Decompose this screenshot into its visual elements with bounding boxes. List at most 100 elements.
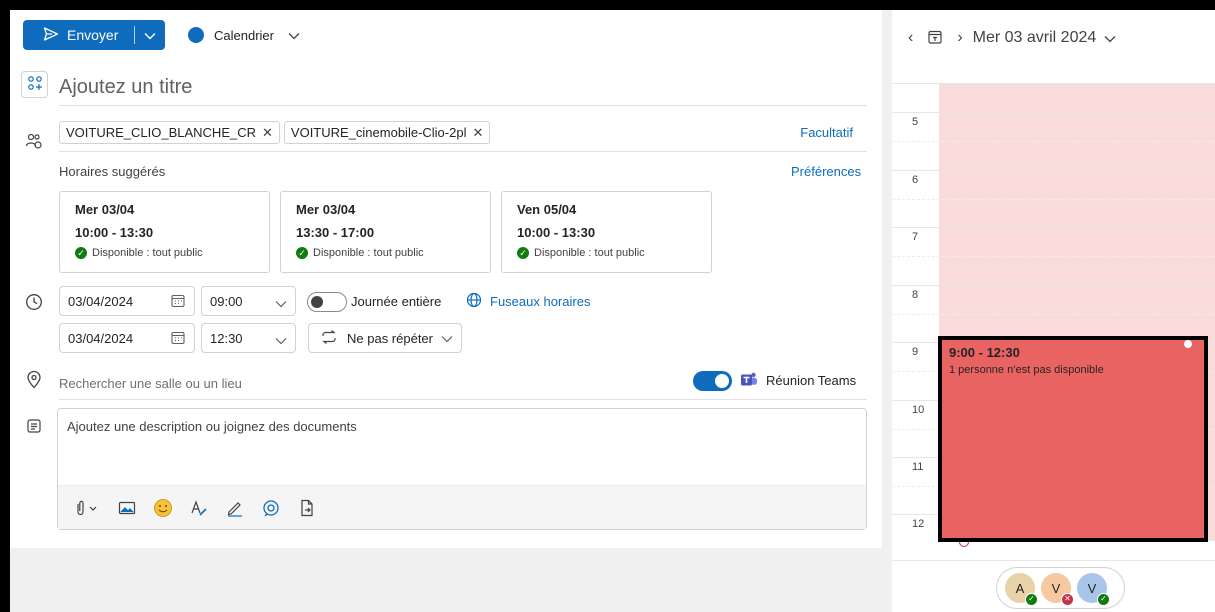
availability-label: Disponible : tout public xyxy=(534,247,645,259)
available-check-icon: ✓ xyxy=(75,247,87,259)
clock-icon xyxy=(24,292,44,312)
attendee-chip[interactable]: VOITURE_cinemobile-Clio-2pl ✕ xyxy=(283,121,491,144)
send-icon xyxy=(43,26,59,45)
toggle-knob xyxy=(715,374,729,388)
repeat-label: Ne pas répéter xyxy=(347,330,433,346)
available-check-icon: ✓ xyxy=(296,247,308,259)
avatar[interactable]: A ✓ xyxy=(1005,573,1038,606)
avatar[interactable]: V ✓ xyxy=(1077,573,1110,606)
hour-divider xyxy=(892,227,1215,228)
unavailable-status-icon: ✕ xyxy=(1061,593,1074,606)
available-status-icon: ✓ xyxy=(1097,593,1110,606)
all-day-toggle[interactable] xyxy=(307,292,347,312)
calendar-picker-icon[interactable] xyxy=(170,293,186,312)
calendar-header: ‹ › Mer 03 avril 2024 xyxy=(892,10,1215,66)
suggested-time-card[interactable]: Mer 03/04 13:30 - 17:00 ✓ Disponible : t… xyxy=(280,191,491,273)
timezones-link[interactable]: Fuseaux horaires xyxy=(466,292,590,311)
suggested-date: Mer 03/04 xyxy=(296,202,356,217)
attendee-availability-bar: A ✓ V ✕ V ✓ xyxy=(892,560,1215,612)
text-format-icon[interactable] xyxy=(188,497,210,519)
teams-meeting-toggle[interactable] xyxy=(693,371,732,391)
start-date-field[interactable]: 03/04/2024 xyxy=(59,286,195,316)
categorize-icon xyxy=(27,75,43,94)
optional-attendees-link[interactable]: Facultatif xyxy=(800,125,853,140)
signature-icon[interactable] xyxy=(224,497,246,519)
send-options-dropdown[interactable] xyxy=(135,20,165,50)
title-input[interactable]: Ajoutez un titre xyxy=(59,70,867,106)
hour-label: 12 xyxy=(912,518,925,530)
repeat-icon xyxy=(321,329,337,347)
hour-label: 6 xyxy=(912,174,919,186)
teams-icon xyxy=(740,371,758,389)
suggested-time: 10:00 - 13:30 xyxy=(517,225,596,240)
suggested-time: 13:30 - 17:00 xyxy=(296,225,375,240)
avatar-initial: A xyxy=(1015,580,1025,596)
toggle-knob xyxy=(311,296,323,308)
end-date-value: 03/04/2024 xyxy=(68,330,134,346)
avatar[interactable]: V ✕ xyxy=(1041,573,1074,606)
half-hour-divider xyxy=(892,256,1215,257)
send-button[interactable]: Envoyer xyxy=(23,20,165,50)
send-label: Envoyer xyxy=(67,27,119,43)
attendee-avatars[interactable]: A ✓ V ✕ V ✓ xyxy=(996,567,1125,609)
hour-label: 8 xyxy=(912,289,919,301)
hour-label: 5 xyxy=(912,116,919,128)
chevron-down-icon[interactable] xyxy=(1104,31,1116,46)
insert-file-icon[interactable] xyxy=(296,497,318,519)
remove-attendee-icon[interactable]: ✕ xyxy=(472,125,483,141)
available-status-icon: ✓ xyxy=(1025,593,1038,606)
availability-status: ✓ Disponible : tout public xyxy=(296,247,490,259)
attendees-icon xyxy=(24,131,44,151)
send-button-main[interactable]: Envoyer xyxy=(23,20,134,50)
suggested-times-heading: Horaires suggérés xyxy=(59,164,166,179)
suggested-date: Mer 03/04 xyxy=(75,202,135,217)
calendar-picker-icon[interactable] xyxy=(170,330,186,349)
attendees-field[interactable]: VOITURE_CLIO_BLANCHE_CR ✕ VOITURE_cinemo… xyxy=(59,114,867,152)
globe-icon xyxy=(466,292,482,311)
attendee-name: VOITURE_CLIO_BLANCHE_CR xyxy=(66,125,256,140)
chevron-right-icon[interactable]: › xyxy=(957,29,962,47)
description-icon xyxy=(24,416,44,436)
hour-label: 7 xyxy=(912,231,919,243)
chevron-left-icon[interactable]: ‹ xyxy=(908,29,913,47)
available-check-icon: ✓ xyxy=(517,247,529,259)
day-grid: 5 6 7 8 9 10 11 12 9:00 - 12:30 1 person… xyxy=(892,66,1215,560)
preferences-link[interactable]: Préférences xyxy=(791,164,861,179)
attendee-chip[interactable]: VOITURE_CLIO_BLANCHE_CR ✕ xyxy=(59,121,280,144)
new-event-block[interactable]: 9:00 - 12:30 1 personne n’est pas dispon… xyxy=(938,336,1208,542)
calendar-date-label[interactable]: Mer 03 avril 2024 xyxy=(973,29,1097,47)
categorize-button[interactable] xyxy=(21,71,48,98)
remove-attendee-icon[interactable]: ✕ xyxy=(262,125,273,141)
go-to-today-icon[interactable] xyxy=(927,29,943,48)
emoji-icon[interactable] xyxy=(152,497,174,519)
event-resize-handle[interactable] xyxy=(1184,340,1192,348)
suggested-time-card[interactable]: Mer 03/04 10:00 - 13:30 ✓ Disponible : t… xyxy=(59,191,270,273)
availability-label: Disponible : tout public xyxy=(313,247,424,259)
start-date-value: 03/04/2024 xyxy=(68,293,134,309)
end-time-field[interactable]: 12:30 xyxy=(201,323,296,353)
calendar-color-dot xyxy=(188,27,204,43)
calendar-selector-label: Calendrier xyxy=(214,27,274,43)
hour-label: 11 xyxy=(912,461,924,473)
start-time-field[interactable]: 09:00 xyxy=(201,286,296,316)
chevron-down-icon xyxy=(144,28,156,43)
hour-label: 10 xyxy=(912,404,925,416)
repeat-dropdown[interactable]: Ne pas répéter xyxy=(308,323,462,353)
loop-component-icon[interactable] xyxy=(260,497,282,519)
calendar-selector[interactable]: Calendrier xyxy=(188,24,300,46)
hour-divider xyxy=(892,285,1215,286)
hour-divider xyxy=(892,170,1215,171)
location-icon xyxy=(24,370,44,390)
end-date-field[interactable]: 03/04/2024 xyxy=(59,323,195,353)
timezones-label: Fuseaux horaires xyxy=(490,294,591,309)
day-calendar-pane: ‹ › Mer 03 avril 2024 5 6 7 8 9 10 11 12… xyxy=(892,10,1215,612)
description-editor[interactable]: Ajoutez une description ou joignez des d… xyxy=(57,408,867,530)
all-day-label: Journée entière xyxy=(351,294,442,309)
avatar-initial: V xyxy=(1051,580,1061,596)
suggested-time: 10:00 - 13:30 xyxy=(75,225,154,240)
suggested-time-card[interactable]: Ven 05/04 10:00 - 13:30 ✓ Disponible : t… xyxy=(501,191,712,273)
attach-file-button[interactable] xyxy=(72,497,102,519)
insert-picture-icon[interactable] xyxy=(116,497,138,519)
event-form-pane: Envoyer Calendrier Ajoutez un titre VOIT… xyxy=(10,10,882,548)
chevron-down-icon xyxy=(275,333,287,348)
